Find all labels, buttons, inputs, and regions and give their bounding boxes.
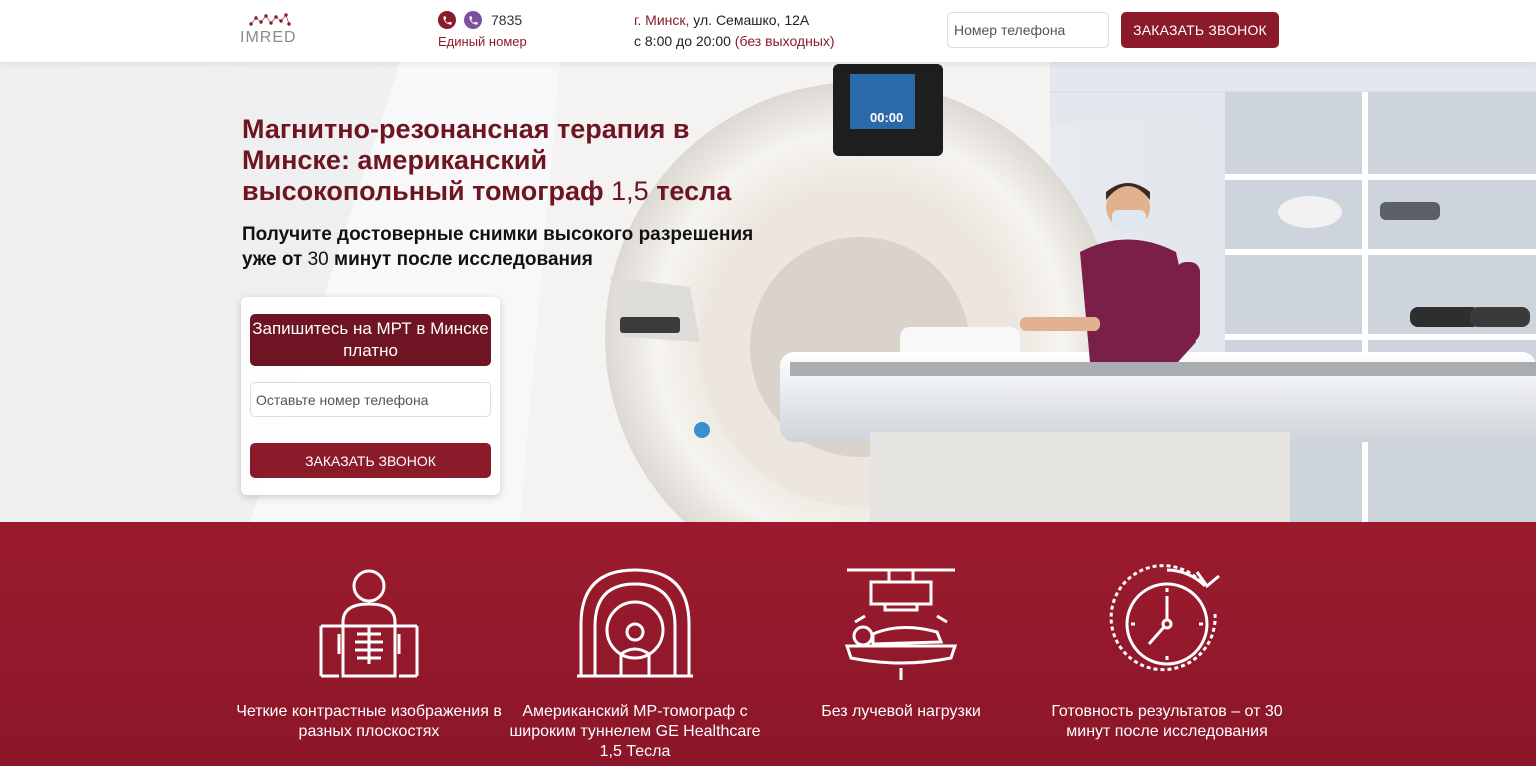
address-street: ул. Семашко, 12А	[693, 12, 810, 28]
feature-item: Четкие контрастные изображения в разных …	[234, 522, 504, 766]
feature-item: Готовность результатов – от 30 минут пос…	[1032, 522, 1302, 766]
hero-title: Магнитно-резонансная терапия в Минске: а…	[242, 114, 762, 207]
hero-subtitle: Получите достоверные снимки высокого раз…	[242, 222, 782, 272]
mri-tunnel-icon	[577, 568, 693, 678]
address-block: г. Минск, ул. Семашко, 12А с 8:00 до 20:…	[634, 10, 894, 52]
phone-icon[interactable]	[438, 11, 456, 29]
hero-title-number: 1,5	[611, 176, 649, 206]
feature-label: Американский МР-томограф с широким тунне…	[509, 703, 761, 760]
logo[interactable]: IMRED	[240, 12, 300, 50]
header-callback-button[interactable]: ЗАКАЗАТЬ ЗВОНОК	[1121, 12, 1279, 48]
hours-line: с 8:00 до 20:00 (без выходных)	[634, 31, 894, 52]
phone-block: 7835 Единый номер	[438, 10, 548, 52]
phone-caption: Единый номер	[438, 34, 527, 49]
signup-form: Запишитесь на МРТ в Минске платно ЗАКАЗА…	[241, 297, 500, 495]
signup-callback-button[interactable]: ЗАКАЗАТЬ ЗВОНОК	[250, 443, 491, 478]
signup-phone-input[interactable]	[250, 382, 491, 417]
features-section: Четкие контрастные изображения в разных …	[0, 522, 1536, 766]
clock-icon	[1109, 564, 1220, 672]
feature-label: Готовность результатов – от 30 минут пос…	[1051, 703, 1283, 740]
feature-item: Американский МР-томограф с широким тунне…	[500, 522, 770, 766]
feature-label: Без лучевой нагрузки	[821, 703, 981, 720]
hours-note: (без выходных)	[734, 33, 835, 49]
patient-table-icon	[844, 568, 958, 680]
signup-form-heading: Запишитесь на МРТ в Минске платно	[250, 314, 491, 366]
site-header: IMRED 7835 Единый номер г. Минск, ул. Се…	[0, 0, 1536, 62]
hero-subtitle-number: 30	[307, 249, 329, 270]
feature-label: Четкие контрастные изображения в разных …	[236, 703, 502, 740]
address-city: г. Минск,	[634, 12, 690, 28]
hero-title-unit: тесла	[648, 176, 732, 206]
phone-number[interactable]: 7835	[491, 12, 522, 28]
logo-mark-icon	[249, 13, 291, 26]
body-scan-icon	[319, 569, 419, 678]
hero-subtitle-end: минут после исследования	[328, 249, 593, 270]
feature-item: Без лучевой нагрузки	[766, 522, 1036, 766]
mri-room-image: 00:00	[0, 62, 1536, 522]
address-line: г. Минск, ул. Семашко, 12А	[634, 10, 894, 31]
header-phone-input[interactable]	[947, 12, 1109, 48]
logo-text: IMRED	[240, 29, 297, 46]
monitor-readout: 00:00	[870, 110, 903, 125]
hero-section: 00:00 Магнитно-резонансная терапия в Мин…	[0, 62, 1536, 522]
viber-icon[interactable]	[464, 11, 482, 29]
working-hours: с 8:00 до 20:00	[634, 33, 731, 49]
